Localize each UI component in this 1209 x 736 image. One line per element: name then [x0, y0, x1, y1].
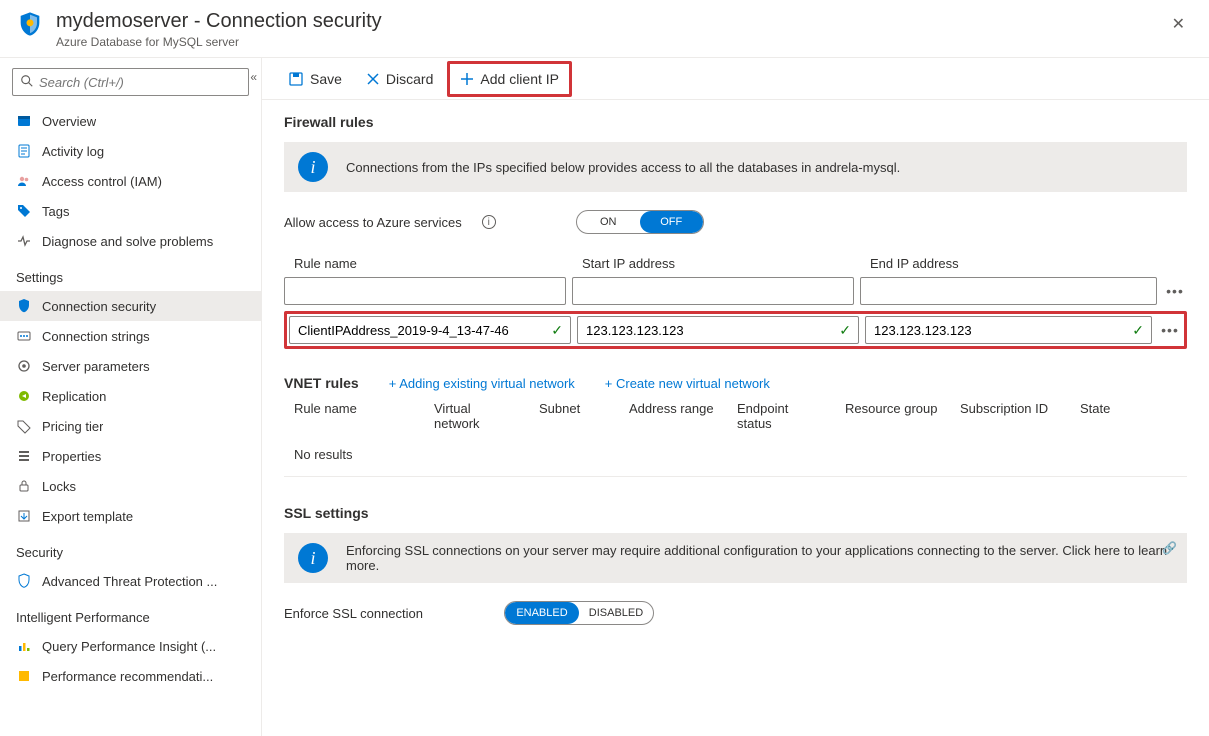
diagnose-icon: [16, 233, 32, 249]
check-icon: ✓: [551, 322, 563, 339]
overview-icon: [16, 113, 32, 129]
sidebar-item-query-perf[interactable]: Query Performance Insight (...: [0, 631, 261, 661]
lock-icon: [16, 478, 32, 494]
help-icon[interactable]: i: [482, 215, 496, 229]
people-icon: [16, 173, 32, 189]
ssl-info-banner: i Enforcing SSL connections on your serv…: [284, 533, 1187, 583]
vnet-table-header: Rule name Virtual network Subnet Address…: [284, 391, 1187, 439]
external-link-icon[interactable]: 🔗: [1162, 541, 1177, 555]
sidebar-section-security: Security: [0, 531, 261, 566]
sidebar-item-advanced-threat[interactable]: Advanced Threat Protection ...: [0, 566, 261, 596]
check-icon: ✓: [1132, 322, 1144, 339]
save-button[interactable]: Save: [278, 64, 352, 94]
sidebar-section-settings: Settings: [0, 256, 261, 291]
pricing-icon: [16, 418, 32, 434]
add-existing-vnet-link[interactable]: + Adding existing virtual network: [389, 376, 575, 391]
sidebar-item-perf-recommend[interactable]: Performance recommendati...: [0, 661, 261, 691]
allow-azure-toggle[interactable]: ON OFF: [576, 210, 704, 234]
sidebar-item-access-control[interactable]: Access control (IAM): [0, 166, 261, 196]
firewall-table-header: Rule name Start IP address End IP addres…: [284, 256, 1187, 277]
sidebar-item-activity-log[interactable]: Activity log: [0, 136, 261, 166]
sidebar-item-tags[interactable]: Tags: [0, 196, 261, 226]
command-bar: Save Discard Add client IP: [262, 58, 1209, 100]
vnet-no-results: No results: [284, 439, 1187, 477]
sidebar-item-diagnose[interactable]: Diagnose and solve problems: [0, 226, 261, 256]
plus-icon: [460, 72, 474, 86]
firewall-row-client-ip: ✓ ✓ ✓ •••: [284, 311, 1187, 349]
sidebar-section-intperf: Intelligent Performance: [0, 596, 261, 631]
firewall-info-banner: i Connections from the IPs specified bel…: [284, 142, 1187, 192]
sidebar-item-pricing-tier[interactable]: Pricing tier: [0, 411, 261, 441]
firewall-rules-title: Firewall rules: [284, 114, 1187, 130]
shield-outline-icon: [16, 573, 32, 589]
sidebar-item-replication[interactable]: Replication: [0, 381, 261, 411]
info-icon: i: [298, 543, 328, 573]
vnet-rules-title: VNET rules: [284, 375, 359, 391]
sidebar-item-export-template[interactable]: Export template: [0, 501, 261, 531]
start-ip-input[interactable]: [577, 316, 859, 344]
recommend-icon: [16, 668, 32, 684]
ssl-settings-title: SSL settings: [284, 505, 1187, 521]
create-new-vnet-link[interactable]: + Create new virtual network: [605, 376, 770, 391]
discard-icon: [366, 72, 380, 86]
shield-small-icon: [16, 298, 32, 314]
sidebar: « Overview Activity log Access control (…: [0, 58, 262, 736]
allow-azure-label: Allow access to Azure services: [284, 215, 462, 230]
strings-icon: [16, 328, 32, 344]
search-icon: [20, 74, 34, 88]
rule-name-input[interactable]: [289, 316, 571, 344]
sidebar-item-properties[interactable]: Properties: [0, 441, 261, 471]
save-icon: [288, 71, 304, 87]
properties-icon: [16, 448, 32, 464]
row-more-icon[interactable]: •••: [1163, 283, 1187, 299]
sidebar-item-locks[interactable]: Locks: [0, 471, 261, 501]
enforce-ssl-label: Enforce SSL connection: [284, 606, 484, 621]
close-button[interactable]: ✕: [1164, 10, 1193, 38]
export-icon: [16, 508, 32, 524]
info-icon: i: [298, 152, 328, 182]
row-more-icon[interactable]: •••: [1158, 322, 1182, 338]
collapse-sidebar-icon[interactable]: «: [250, 70, 257, 84]
chart-icon: [16, 638, 32, 654]
enforce-ssl-toggle[interactable]: ENABLED DISABLED: [504, 601, 654, 625]
replication-icon: [16, 388, 32, 404]
title-bar: mydemoserver - Connection security Azure…: [0, 0, 1209, 58]
sidebar-item-connection-security[interactable]: Connection security: [0, 291, 261, 321]
page-title: mydemoserver - Connection security: [56, 10, 382, 33]
search-input[interactable]: [12, 68, 249, 96]
add-client-ip-button[interactable]: Add client IP: [450, 64, 569, 94]
end-ip-input[interactable]: [865, 316, 1152, 344]
main-content: Save Discard Add client IP Firewall rule…: [262, 58, 1209, 736]
rule-name-input[interactable]: [284, 277, 566, 305]
start-ip-input[interactable]: [572, 277, 854, 305]
gear-icon: [16, 358, 32, 374]
sidebar-item-connection-strings[interactable]: Connection strings: [0, 321, 261, 351]
check-icon: ✓: [839, 322, 851, 339]
tag-icon: [16, 203, 32, 219]
shield-icon: [16, 10, 44, 38]
sidebar-item-server-parameters[interactable]: Server parameters: [0, 351, 261, 381]
sidebar-item-overview[interactable]: Overview: [0, 106, 261, 136]
end-ip-input[interactable]: [860, 277, 1157, 305]
page-subtitle: Azure Database for MySQL server: [56, 35, 382, 49]
firewall-row-empty: •••: [284, 277, 1187, 305]
discard-button[interactable]: Discard: [356, 64, 443, 94]
log-icon: [16, 143, 32, 159]
